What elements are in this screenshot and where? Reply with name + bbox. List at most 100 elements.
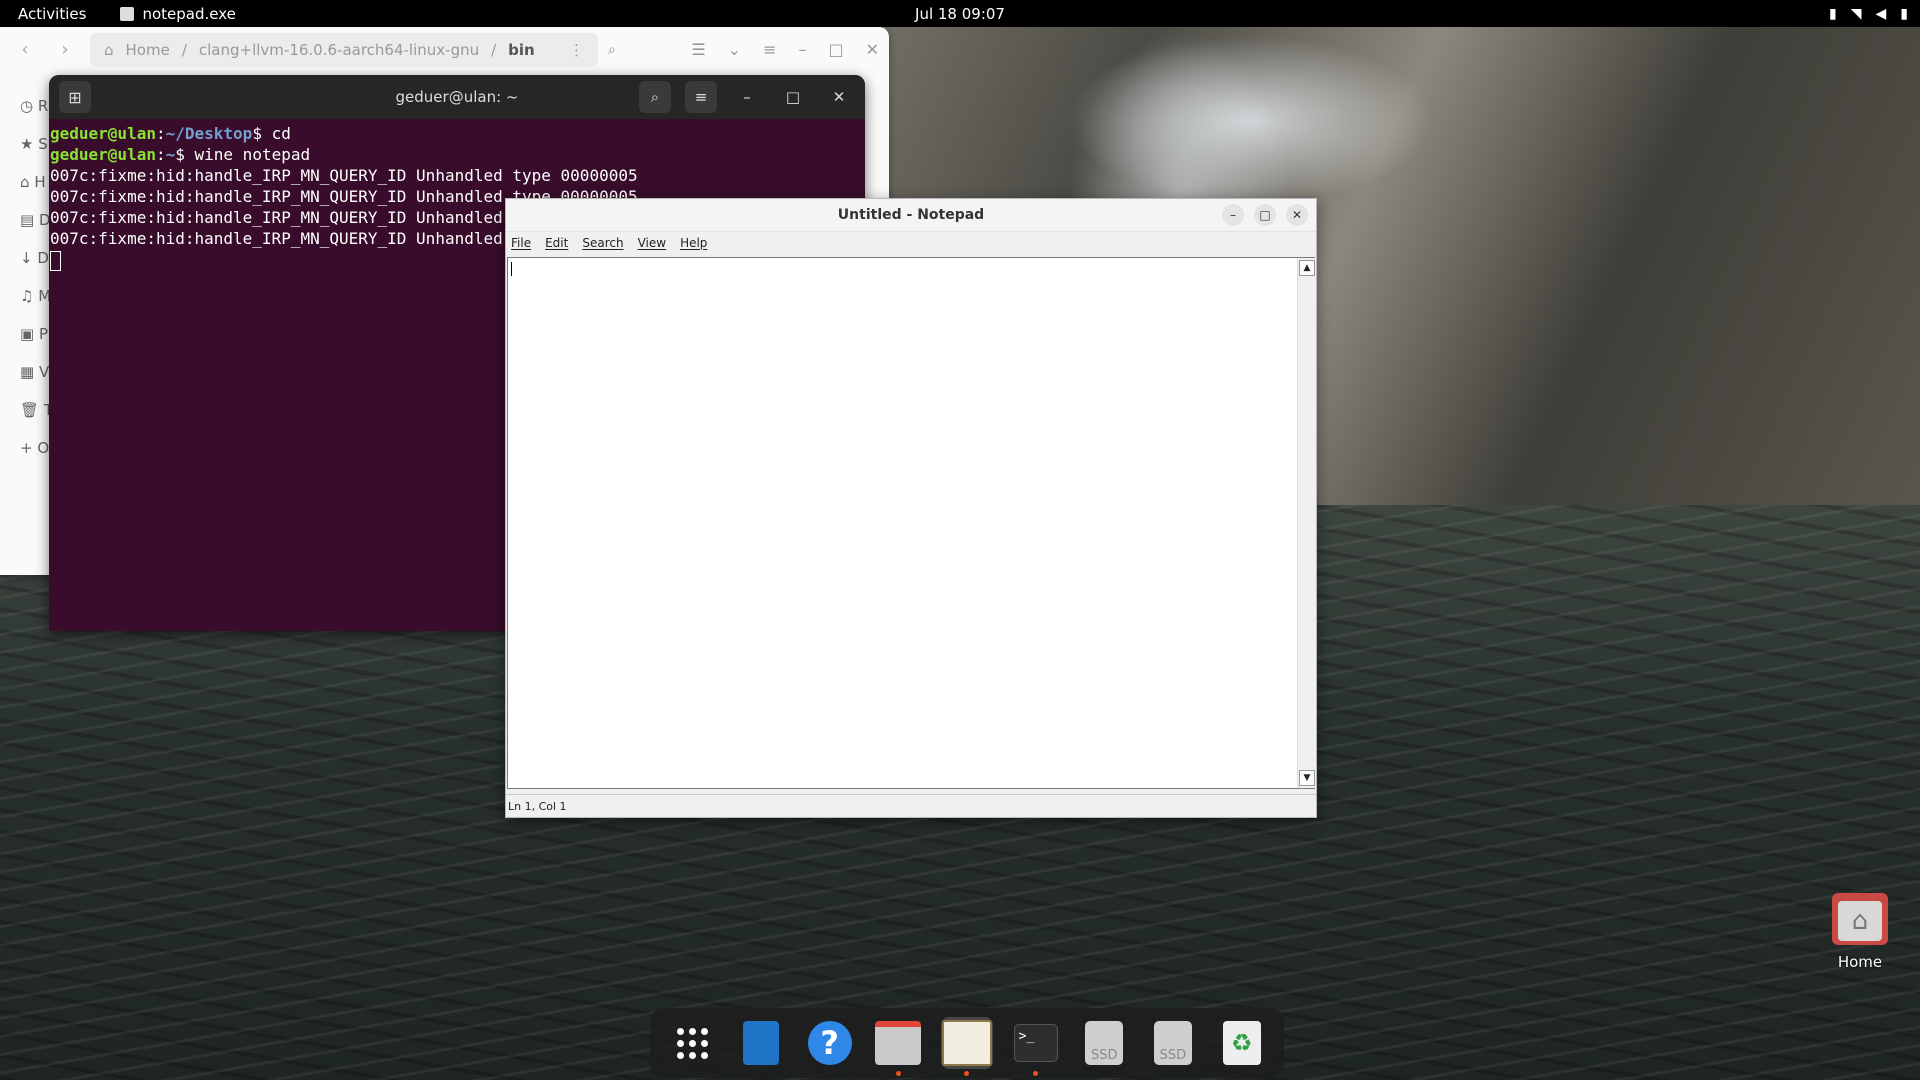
- sidebar-item-trash[interactable]: 🗑 T: [0, 391, 53, 429]
- running-indicator: [895, 1071, 901, 1076]
- clock[interactable]: Jul 18 09:07: [915, 5, 1005, 23]
- top-bar: Activities notepad.exe Jul 18 09:07 ▮ ◥ …: [0, 0, 1920, 27]
- desktop-home-icon[interactable]: Home: [1822, 893, 1898, 971]
- new-tab-icon[interactable]: ⊞: [59, 81, 91, 113]
- desktop-home-label: Home: [1837, 953, 1883, 971]
- sidebar-item-recent[interactable]: ◷ R: [0, 87, 50, 125]
- trash-icon: ♻: [1222, 1021, 1261, 1065]
- files-header: ‹ › ⌂ Home / clang+llvm-16.0.6-aarch64-l…: [0, 27, 889, 72]
- forward-icon[interactable]: ›: [50, 39, 80, 60]
- maximize-button[interactable]: □: [1254, 204, 1276, 226]
- breadcrumb-current[interactable]: bin: [508, 41, 535, 59]
- search-icon[interactable]: ⌕: [608, 42, 616, 58]
- terminal-line: 007c:fixme:hid:handle_IRP_MN_QUERY_ID Un…: [50, 166, 638, 185]
- minimize-icon[interactable]: –: [798, 40, 806, 59]
- sidebar-item-documents[interactable]: ▤ D: [0, 201, 51, 239]
- sidebar-item-starred[interactable]: ★ S: [0, 125, 50, 163]
- sidebar-item-music[interactable]: ♫ M: [0, 277, 51, 315]
- dock-show-apps[interactable]: [666, 1017, 718, 1069]
- dock-help[interactable]: ?: [804, 1017, 856, 1069]
- menu-icon[interactable]: ≡: [763, 40, 776, 59]
- files-toolbar: ☰ ⌄ ≡ – □ ✕: [691, 40, 879, 59]
- notepad-icon: [941, 1020, 992, 1066]
- text-caret: [511, 262, 512, 276]
- ssd-drive-icon: SSD: [1085, 1021, 1124, 1065]
- star-icon: ★: [20, 135, 34, 153]
- notepad-text-area[interactable]: ▲ ▼: [507, 257, 1315, 789]
- menu-search[interactable]: Search: [582, 236, 623, 250]
- maximize-icon[interactable]: □: [828, 40, 843, 59]
- terminal-line: geduer@ulan:~/Desktop$ cd: [50, 124, 291, 143]
- menu-edit[interactable]: Edit: [545, 236, 568, 250]
- minimize-button[interactable]: –: [731, 81, 763, 113]
- terminal-title: geduer@ulan: ~: [395, 88, 519, 106]
- video-icon: ▦: [20, 363, 35, 381]
- sidebar-item-downloads[interactable]: ↓ D: [0, 239, 50, 277]
- ssd-drive-icon: SSD: [1153, 1021, 1192, 1065]
- scroll-down-icon[interactable]: ▼: [1299, 770, 1315, 786]
- plus-icon: +: [20, 439, 33, 457]
- home-icon: ⌂: [104, 40, 114, 59]
- home-icon: ⌂: [20, 173, 30, 191]
- help-icon: ?: [807, 1021, 852, 1065]
- focused-app-menu[interactable]: notepad.exe: [120, 5, 236, 23]
- breadcrumb-folder[interactable]: clang+llvm-16.0.6-aarch64-linux-gnu: [199, 41, 479, 59]
- vertical-scrollbar[interactable]: ▲ ▼: [1297, 258, 1315, 788]
- activities-button[interactable]: Activities: [0, 5, 104, 23]
- sidebar-item-home[interactable]: ⌂ H: [0, 163, 50, 201]
- cursor-position: Ln 1, Col 1: [508, 799, 567, 813]
- view-list-icon[interactable]: ☰: [691, 40, 705, 59]
- picture-icon: ▣: [20, 325, 35, 343]
- dock-writer[interactable]: [735, 1017, 787, 1069]
- sidebar-item-pictures[interactable]: ▣ P: [0, 315, 50, 353]
- dock-files[interactable]: [872, 1017, 924, 1076]
- notepad-statusbar: Ln 1, Col 1: [506, 794, 1316, 817]
- system-status-area[interactable]: ▮ ◥ ◀ ▮: [1829, 6, 1908, 22]
- scroll-up-icon[interactable]: ▲: [1299, 260, 1315, 276]
- sidebar-item-videos[interactable]: ▦ V: [0, 353, 50, 391]
- close-button[interactable]: ✕: [1286, 204, 1308, 226]
- terminal-icon: >_: [1013, 1024, 1058, 1062]
- sidebar-item-other[interactable]: + O: [0, 429, 50, 467]
- dock-ssd-2[interactable]: SSD: [1147, 1017, 1199, 1069]
- battery-icon: ▮: [1900, 5, 1908, 22]
- breadcrumb-sep: /: [491, 40, 497, 59]
- terminal-line: geduer@ulan:~$ wine notepad: [50, 145, 311, 164]
- terminal-window-controls: ⌕ ≡ – □ ✕: [639, 81, 855, 113]
- home-folder-icon: [1832, 893, 1888, 945]
- close-button[interactable]: ✕: [823, 81, 855, 113]
- minimize-button[interactable]: –: [1222, 204, 1244, 226]
- app-grid-icon: [676, 1027, 708, 1059]
- dock-notepad[interactable]: [940, 1017, 993, 1076]
- wifi-icon: ◥: [1850, 5, 1862, 22]
- dock-terminal[interactable]: >_: [1010, 1017, 1062, 1076]
- chevron-down-icon[interactable]: ⌄: [728, 40, 741, 59]
- files-icon: [875, 1021, 922, 1065]
- terminal-cursor: [50, 250, 61, 271]
- dock-ssd-1[interactable]: SSD: [1078, 1017, 1130, 1069]
- volume-icon: ◀: [1875, 5, 1887, 22]
- more-options-icon[interactable]: ⋮: [569, 41, 584, 59]
- maximize-button[interactable]: □: [777, 81, 809, 113]
- breadcrumb[interactable]: ⌂ Home / clang+llvm-16.0.6-aarch64-linux…: [90, 32, 598, 67]
- close-icon[interactable]: ✕: [866, 40, 879, 59]
- notepad-app-icon: [120, 6, 135, 21]
- download-icon: ↓: [20, 249, 33, 267]
- terminal-titlebar[interactable]: ⊞ geduer@ulan: ~ ⌕ ≡ – □ ✕: [49, 75, 865, 119]
- notepad-titlebar[interactable]: Untitled - Notepad – □ ✕: [506, 199, 1316, 232]
- menu-help[interactable]: Help: [680, 236, 707, 250]
- breadcrumb-home[interactable]: Home: [126, 41, 170, 59]
- notepad-window[interactable]: Untitled - Notepad – □ ✕ File Edit Searc…: [505, 198, 1317, 818]
- notepad-title: Untitled - Notepad: [837, 207, 985, 223]
- menu-icon[interactable]: ≡: [685, 81, 717, 113]
- dock-trash[interactable]: ♻: [1216, 1017, 1268, 1069]
- music-icon: ♫: [20, 287, 34, 305]
- writer-icon: [742, 1021, 779, 1065]
- search-icon[interactable]: ⌕: [639, 81, 671, 113]
- menu-file[interactable]: File: [511, 236, 531, 250]
- files-sidebar: ◷ R ★ S ⌂ H ▤ D ↓ D ♫ M ▣ P ▦ V 🗑 T + O: [0, 87, 53, 467]
- back-icon[interactable]: ‹: [10, 39, 40, 60]
- menu-view[interactable]: View: [638, 236, 666, 250]
- indicator-icon[interactable]: ▮: [1829, 6, 1837, 22]
- document-icon: ▤: [20, 211, 35, 229]
